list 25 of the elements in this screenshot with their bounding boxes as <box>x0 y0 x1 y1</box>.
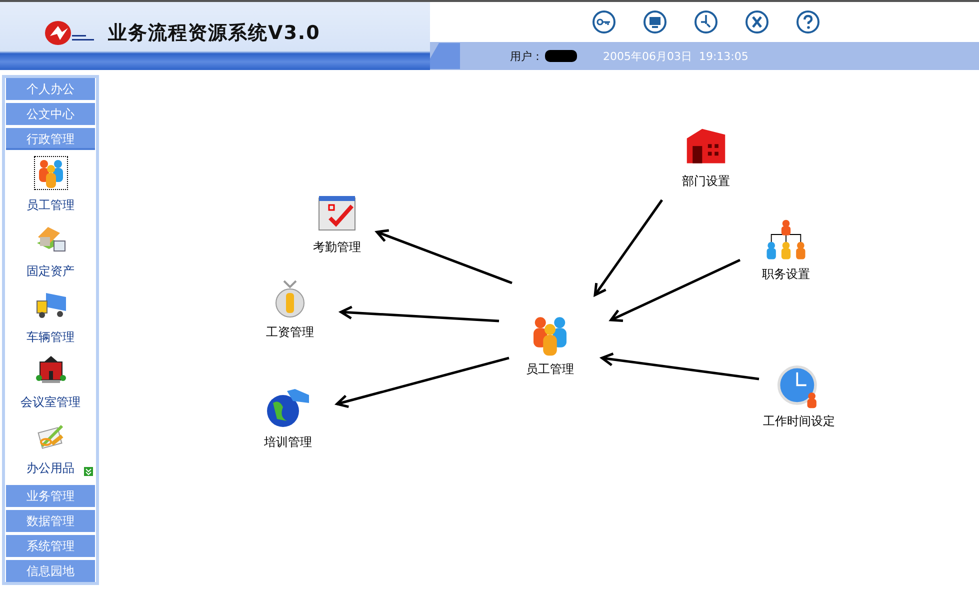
app-title: 业务流程资源系统V3.0 <box>108 21 320 46</box>
node-label[interactable]: 工作时间设定 <box>763 413 835 430</box>
monitor-icon[interactable] <box>643 10 667 34</box>
key-icon[interactable] <box>592 10 616 34</box>
people-icon[interactable] <box>34 157 66 189</box>
redacted-name <box>545 50 577 62</box>
date-time: 2005年06月03日 19:13:05 <box>603 48 748 64</box>
tab-decoration <box>430 43 460 69</box>
sidebar-item-label[interactable]: 办公用品 <box>26 460 74 478</box>
close-icon[interactable] <box>745 10 769 34</box>
node-label[interactable]: 部门设置 <box>682 173 730 190</box>
help-icon[interactable] <box>796 10 820 34</box>
user-label: 用户： <box>510 48 543 64</box>
sidebar-item-label[interactable]: 会议室管理 <box>20 394 80 412</box>
clock-icon[interactable] <box>694 10 718 34</box>
scroll-down-icon[interactable] <box>84 467 93 476</box>
node-label[interactable]: 培训管理 <box>264 434 312 451</box>
globe-icon[interactable] <box>265 386 311 430</box>
node-label[interactable]: 员工管理 <box>526 361 574 378</box>
node-label[interactable]: 职务设置 <box>762 266 810 283</box>
sidebar-item-label[interactable]: 车辆管理 <box>26 328 74 346</box>
sidebar-item-label[interactable]: 固定资产 <box>26 262 74 280</box>
sidebar-item-label[interactable]: 员工管理 <box>26 197 74 214</box>
node-label[interactable]: 考勤管理 <box>313 239 361 256</box>
node-label[interactable]: 工资管理 <box>266 324 314 341</box>
